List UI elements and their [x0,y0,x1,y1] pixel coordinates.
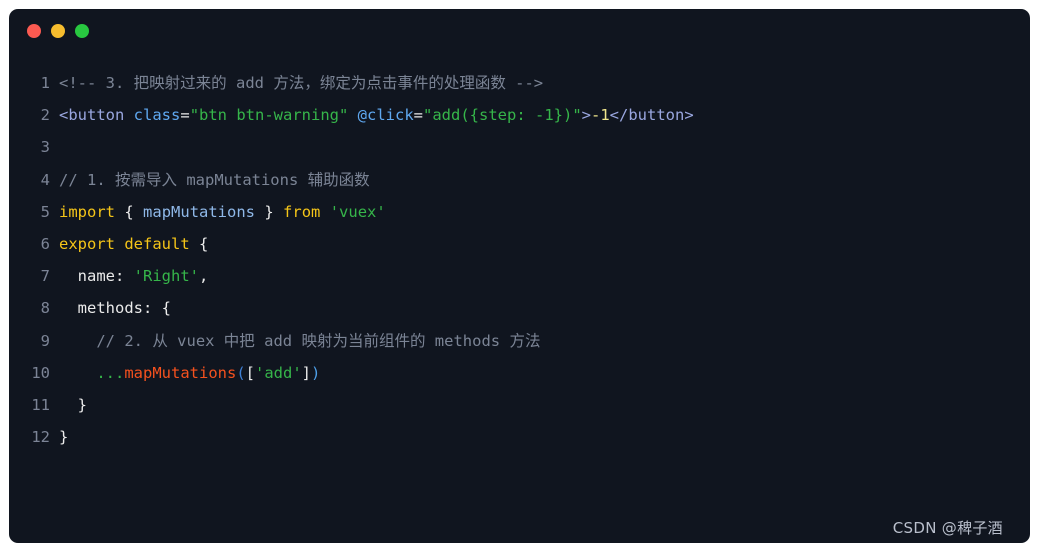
code-token: <!-- 3. 把映射过来的 add 方法，绑定为点击事件的处理函数 --> [59,74,544,92]
code-token: ( [236,363,246,382]
code-line[interactable]: 4 // 1. 按需导入 mapMutations 辅助函数 [9,164,1030,196]
code-line-content: methods: { [59,292,1030,324]
code-line-content: import { mapMutations } from 'vuex' [59,196,1030,228]
code-line[interactable]: 6 export default { [9,228,1030,260]
code-line-content: ...mapMutations(['add']) [59,357,1030,389]
code-line-content: } [59,389,1030,421]
code-token: default [124,234,190,253]
line-number: 5 [40,202,50,221]
code-line-content: <button class="btn btn-warning" @click="… [59,99,1030,131]
code-token: methods [77,299,143,318]
code-token: = [180,106,190,125]
code-line-content: name: 'Right', [59,260,1030,292]
code-line[interactable]: 2 <button class="btn btn-warning" @click=… [9,99,1030,131]
code-token: [ [245,363,255,382]
minimize-button[interactable] [51,24,65,38]
code-editor[interactable]: 1 <!-- 3. 把映射过来的 add 方法，绑定为点击事件的处理函数 --> 2… [9,53,1030,453]
line-number: 6 [40,234,50,253]
watermark: CSDN @稗子酒 [892,519,1003,537]
code-token: { [124,202,134,221]
code-line[interactable]: 12} [9,421,1030,453]
code-line-content: } [59,421,1030,453]
code-token: : [143,299,162,318]
code-line[interactable]: 9 // 2. 从 vuex 中把 add 映射为当前组件的 methods 方… [9,325,1030,357]
code-token: mapMutations [124,363,237,382]
code-token: name [77,267,115,286]
code-line[interactable]: 3 [9,131,1030,163]
screenshot-root: 1 <!-- 3. 把映射过来的 add 方法，绑定为点击事件的处理函数 --> 2… [0,0,1039,552]
code-token: "add({step: -1})" [423,106,582,125]
line-number: 12 [31,428,50,447]
code-token: } [59,428,69,447]
code-line[interactable]: 7 name: 'Right', [9,260,1030,292]
line-number: 1 [40,74,50,92]
maximize-button[interactable] [75,24,89,38]
code-token: 'vuex' [329,202,386,221]
code-token: : [115,267,134,286]
code-token: </button> [609,106,694,125]
code-token: { [161,299,172,318]
code-token: export [59,234,115,253]
code-token: ... [96,363,125,382]
code-window: 1 <!-- 3. 把映射过来的 add 方法，绑定为点击事件的处理函数 --> 2… [9,9,1030,543]
code-token: from [283,202,321,221]
code-token: { [199,234,209,253]
code-token: } [264,202,274,221]
code-token: ] [301,363,312,382]
code-token: class [133,106,181,125]
line-number: 4 [40,170,50,189]
code-token: ) [311,363,321,382]
line-number: 2 [40,106,50,125]
code-token: mapMutations [143,202,256,221]
line-number: 10 [31,363,50,382]
code-line-content: // 1. 按需导入 mapMutations 辅助函数 [59,164,1030,196]
code-token: // 1. 按需导入 mapMutations 辅助函数 [59,170,370,189]
code-line[interactable]: 5 import { mapMutations } from 'vuex' [9,196,1030,228]
code-line[interactable]: 10 ...mapMutations(['add']) [9,357,1030,389]
line-number: 7 [40,267,50,286]
code-token: import [59,202,115,221]
code-token: , [199,267,209,286]
code-line-content: <!-- 3. 把映射过来的 add 方法，绑定为点击事件的处理函数 --> [59,67,1030,99]
line-number: 9 [40,331,50,350]
code-line[interactable]: 1 <!-- 3. 把映射过来的 add 方法，绑定为点击事件的处理函数 --> [9,67,1030,99]
code-line-content: // 2. 从 vuex 中把 add 映射为当前组件的 methods 方法 [59,325,1030,357]
window-titlebar [9,9,1030,53]
line-number: 8 [40,299,50,318]
code-token: } [77,395,88,414]
code-token: -1 [591,106,610,125]
close-button[interactable] [27,24,41,38]
code-token: 'add' [255,363,302,382]
code-token: = [413,106,424,125]
code-token: "btn btn-warning" [189,106,349,125]
code-line[interactable]: 11 } [9,389,1030,421]
code-token: @click [357,106,414,125]
code-token: <button [59,106,125,125]
code-token: > [581,106,591,125]
code-token: // 2. 从 vuex 中把 add 映射为当前组件的 methods 方法 [96,331,541,350]
line-number: 11 [31,395,50,414]
line-number: 3 [40,138,50,157]
code-token: 'Right' [133,267,199,286]
code-line[interactable]: 8 methods: { [9,292,1030,324]
code-line-content: export default { [59,228,1030,260]
